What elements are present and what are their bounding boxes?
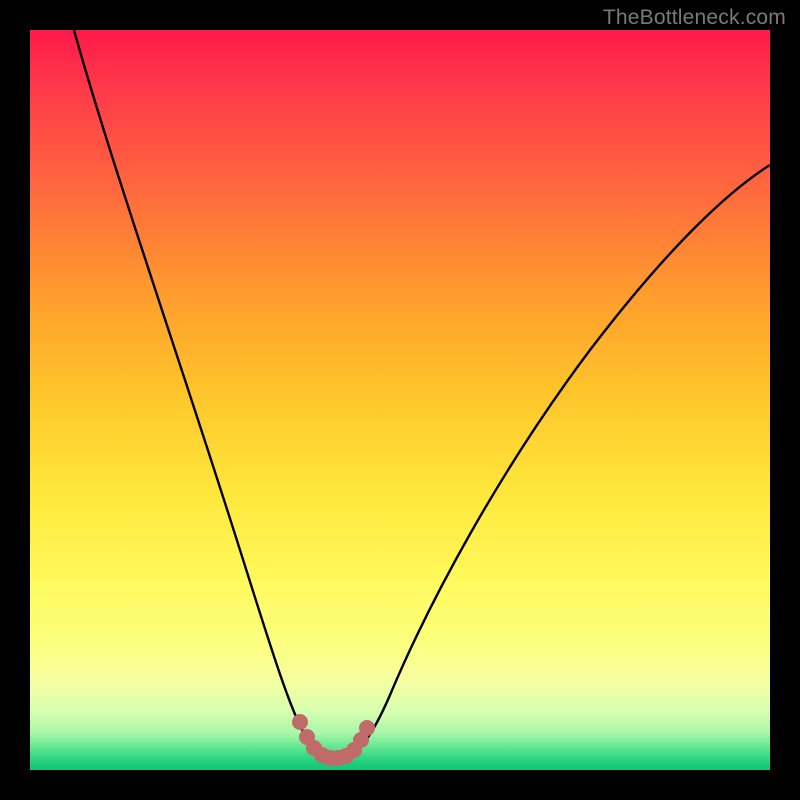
chart-frame: TheBottleneck.com xyxy=(0,0,800,800)
watermark-text: TheBottleneck.com xyxy=(603,6,786,30)
bottleneck-curve xyxy=(74,30,770,759)
plot-area xyxy=(30,30,770,770)
valley-marker xyxy=(292,714,375,766)
chart-svg xyxy=(30,30,770,770)
